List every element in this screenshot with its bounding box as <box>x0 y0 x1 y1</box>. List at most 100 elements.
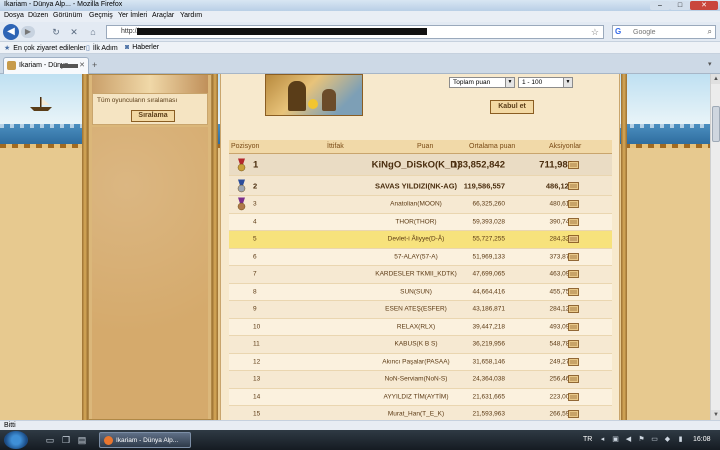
message-scroll-icon[interactable] <box>567 217 580 227</box>
network-icon[interactable]: ▣ <box>611 436 620 444</box>
menu-tools[interactable]: Araçlar <box>152 12 174 19</box>
language-indicator[interactable]: TR <box>583 436 592 443</box>
tray-arrow-icon[interactable]: ◂ <box>598 436 607 444</box>
bookmark-label: En çok ziyaret edilenler <box>13 45 86 52</box>
table-row: 6 57-ALAY(57-A) 51,969,133 373,879 <box>229 248 612 266</box>
address-bar[interactable]: http:// ☆ <box>106 25 604 39</box>
rank-position: 14 <box>253 393 261 401</box>
header-average-points: Ortalama puan <box>469 143 516 150</box>
table-row: 14 AYYILDIZ TİM(AYTİM) 21,631,665 223,007 <box>229 388 612 406</box>
windows-taskbar: ▭ ❐ ▤ Ikariam - Dünya Alp... TR ◂ ▣ ◀ ⚑ … <box>0 430 720 450</box>
gold-coins <box>308 99 318 109</box>
menu-help[interactable]: Yardım <box>180 12 202 19</box>
ranking-hero-image <box>265 74 363 116</box>
bookmark-first-steps[interactable]: ▯ İlk Adım <box>86 44 118 52</box>
ranking-button[interactable]: Sıralama <box>131 110 175 122</box>
range-value: 1 - 100 <box>522 79 543 86</box>
menu-history[interactable]: Geçmiş <box>89 12 113 19</box>
window-titlebar[interactable]: Ikariam - Dünya Alp... - Mozilla Firefox… <box>0 0 720 11</box>
rank-position: 4 <box>253 218 257 226</box>
new-tab-icon[interactable]: + <box>92 60 97 70</box>
message-scroll-icon[interactable] <box>567 322 580 332</box>
header-position: Pozisyon <box>231 143 260 150</box>
bookmark-news[interactable]: ◙ Haberler <box>125 44 159 51</box>
message-scroll-icon[interactable] <box>567 409 580 419</box>
sidebar-caption: Tüm oyuncuların sıralaması <box>97 97 178 104</box>
reload-icon[interactable]: ↻ <box>50 26 62 38</box>
stop-icon[interactable]: ✕ <box>68 26 80 38</box>
bookmarks-toolbar: ★ En çok ziyaret edilenler ▯ İlk Adım ◙ Hab… <box>0 42 720 54</box>
bookmark-star-icon[interactable]: ☆ <box>591 27 599 38</box>
table-body: 1 KiNgO_DiSkO(K_D) 133,852,842 711,983 2 SAVA… <box>229 154 612 420</box>
minimize-button[interactable]: – <box>650 1 670 10</box>
scrollbar-thumb[interactable] <box>712 106 720 142</box>
sidebar: Tüm oyuncuların sıralaması Sıralama <box>88 74 212 420</box>
shield-icon[interactable]: ◆ <box>663 436 672 444</box>
maximize-button[interactable]: □ <box>670 1 690 10</box>
message-scroll-icon[interactable] <box>567 269 580 279</box>
tab-ikariam[interactable]: Ikariam - Dünya ✕ <box>3 57 89 74</box>
scroll-down-icon[interactable]: ▼ <box>711 410 720 420</box>
table-row: 7 KARDESLER TKMII_KDTK) 47,699,065 463,098 <box>229 266 612 284</box>
scroll-up-icon[interactable]: ▲ <box>711 74 720 84</box>
search-icon[interactable]: ⌕ <box>708 27 712 37</box>
menu-view[interactable]: Görünüm <box>53 12 82 19</box>
page-scrollbar[interactable]: ▲ ▼ <box>710 74 720 420</box>
header-actions: Aksiyonlar <box>549 143 582 150</box>
sand-left <box>0 148 82 420</box>
message-scroll-icon[interactable] <box>567 199 580 209</box>
show-desktop-icon[interactable]: ▭ <box>44 434 56 446</box>
battery-icon[interactable]: ▮ <box>676 436 685 444</box>
message-scroll-icon[interactable] <box>567 287 580 297</box>
alliance-average-points: 390,744 <box>549 218 574 226</box>
message-scroll-icon[interactable] <box>567 339 580 349</box>
menu-file[interactable]: Dosya <box>4 12 24 19</box>
message-scroll-icon[interactable] <box>567 392 580 402</box>
message-scroll-icon[interactable] <box>567 181 580 191</box>
taskbar-firefox-task[interactable]: Ikariam - Dünya Alp... <box>99 432 191 448</box>
message-scroll-icon[interactable] <box>567 357 580 367</box>
explorer-icon[interactable]: ▤ <box>76 434 88 446</box>
start-button[interactable] <box>4 431 28 449</box>
table-row: 13 NoN-Serviam(NoN-S) 24,364,038 256,464 <box>229 371 612 389</box>
close-tab-icon[interactable]: ✕ <box>79 61 85 69</box>
message-scroll-icon[interactable] <box>567 252 580 262</box>
message-scroll-icon[interactable] <box>567 234 580 244</box>
score-type-select[interactable]: Toplam puan ▼ <box>449 77 515 88</box>
search-box[interactable]: G ⌕ <box>612 25 716 39</box>
alliance-average-points: 711,983 <box>539 159 573 170</box>
tab-list-icon[interactable]: ▾ <box>708 60 712 68</box>
close-button[interactable]: ✕ <box>690 1 718 10</box>
alliance-average-points: 284,323 <box>549 235 574 243</box>
monitor-icon[interactable]: ▭ <box>650 436 659 444</box>
alliance-average-points: 373,879 <box>549 253 574 261</box>
flag-icon[interactable]: ⚑ <box>637 436 646 444</box>
forward-icon[interactable]: ▶ <box>21 26 35 38</box>
bookmark-icon: ★ <box>4 45 11 52</box>
menu-bookmarks[interactable]: Yer İmleri <box>118 12 147 19</box>
alliance-average-points: 463,098 <box>549 270 574 278</box>
bookmark-label: Haberler <box>132 44 160 51</box>
sidebar-parchment <box>92 127 208 419</box>
alliance-average-points: 548,787 <box>549 340 574 348</box>
volume-icon[interactable]: ◀ <box>624 436 633 444</box>
rank-position: 2 <box>253 181 258 190</box>
ranking-table: Pozisyon İttifak Puan Ortalama puan Aksi… <box>229 140 612 420</box>
bookmark-most-visited[interactable]: ★ En çok ziyaret edilenler <box>4 44 86 52</box>
submit-button[interactable]: Kabul et <box>490 100 534 114</box>
table-row: 11 KABUS(K B S) 36,219,956 548,787 <box>229 336 612 354</box>
message-scroll-icon[interactable] <box>567 374 580 384</box>
search-input[interactable] <box>633 27 703 37</box>
rank-position: 9 <box>253 305 257 313</box>
google-icon[interactable]: G <box>615 27 621 36</box>
switch-windows-icon[interactable]: ❐ <box>60 434 72 446</box>
message-scroll-icon[interactable] <box>567 304 580 314</box>
sidebar-ranking-box: Tüm oyuncuların sıralaması Sıralama <box>92 93 208 125</box>
alliance-average-points: 249,277 <box>549 358 574 366</box>
range-select[interactable]: 1 - 100 ▼ <box>518 77 573 88</box>
message-scroll-icon[interactable] <box>567 160 580 170</box>
back-icon[interactable]: ◀ <box>3 24 19 40</box>
menu-edit[interactable]: Düzen <box>28 12 48 19</box>
home-icon[interactable]: ⌂ <box>87 26 99 38</box>
header-points: Puan <box>417 143 434 150</box>
